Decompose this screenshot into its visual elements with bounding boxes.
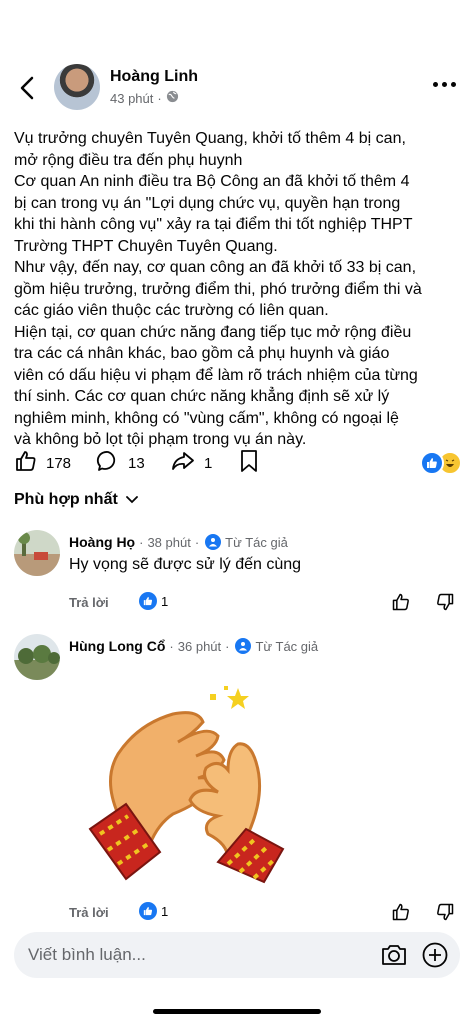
- share-count: 1: [204, 454, 213, 472]
- comment-footer: Trả lời 1: [69, 902, 464, 924]
- comment-input-placeholder[interactable]: Viết bình luận...: [28, 945, 146, 965]
- share-arrow-icon: [170, 449, 196, 477]
- more-options-icon[interactable]: [433, 82, 456, 87]
- share-button[interactable]: 1: [170, 449, 212, 477]
- downvote-icon[interactable]: [435, 902, 455, 925]
- like-reaction-icon: [139, 902, 157, 920]
- meta-separator: ·: [157, 90, 162, 106]
- comment-separator: ·: [139, 534, 144, 550]
- chevron-down-icon: [125, 491, 138, 509]
- upvote-icon[interactable]: [391, 592, 411, 615]
- home-indicator: [153, 1009, 321, 1014]
- comment-separator: ·: [225, 638, 230, 654]
- post-time: 43 phút: [110, 90, 154, 106]
- bookmark-icon: [238, 449, 260, 477]
- comment-like-count: 1: [161, 903, 169, 919]
- post-text: Vụ trưởng chuyên Tuyên Quang, khởi tố th…: [14, 130, 422, 448]
- author-name[interactable]: Hoàng Linh: [110, 68, 198, 86]
- reply-button[interactable]: Trả lời: [69, 905, 109, 920]
- clapping-hands-sticker: [78, 684, 288, 884]
- comment-like-summary[interactable]: 1: [139, 902, 168, 920]
- commenter-avatar[interactable]: [14, 634, 60, 680]
- author-badge-icon: [205, 534, 222, 550]
- comment-composer[interactable]: Viết bình luận...: [14, 932, 460, 978]
- comment-button[interactable]: 13: [96, 449, 145, 477]
- add-attachment-icon[interactable]: [422, 942, 448, 973]
- like-count: 178: [46, 454, 72, 472]
- upvote-icon[interactable]: [391, 902, 411, 925]
- comment-count: 13: [128, 454, 145, 472]
- comment-separator: ·: [194, 534, 200, 550]
- comment-like-summary[interactable]: 1: [139, 592, 168, 610]
- comment-like-count: 1: [161, 593, 169, 609]
- comment-separator: ·: [169, 638, 174, 654]
- author-badge-label: Từ Tác giả: [255, 638, 319, 654]
- commenter-avatar[interactable]: [14, 530, 60, 576]
- globe-icon: [166, 90, 179, 106]
- back-arrow-icon[interactable]: [16, 72, 40, 104]
- camera-icon[interactable]: [380, 942, 408, 973]
- reaction-summary[interactable]: [420, 451, 462, 475]
- commenter-name[interactable]: Hoàng Họ: [69, 534, 135, 550]
- like-button[interactable]: 178: [14, 449, 71, 477]
- thumbs-up-icon: [14, 449, 38, 477]
- downvote-icon[interactable]: [435, 592, 455, 615]
- like-reaction-icon: [139, 592, 157, 610]
- comment-bubble-icon: [96, 449, 120, 477]
- author-badge-label: Từ Tác giả: [225, 534, 288, 550]
- author-avatar[interactable]: [54, 64, 100, 110]
- post-header: Hoàng Linh 43 phút ·: [0, 56, 474, 120]
- comment-header: Hoàng Họ · 38 phút · Từ Tác giả: [69, 534, 288, 550]
- post-meta: 43 phút ·: [110, 90, 179, 106]
- save-button[interactable]: [238, 449, 260, 477]
- reply-button[interactable]: Trả lời: [69, 595, 109, 610]
- sort-label: Phù hợp nhất: [14, 491, 118, 508]
- comment-time: 36 phút: [177, 638, 222, 654]
- post-actions: 178 13 1: [0, 447, 474, 477]
- commenter-name[interactable]: Hùng Long Cổ: [69, 638, 165, 654]
- author-badge-icon: [235, 638, 252, 654]
- comment-sort-dropdown[interactable]: Phù hợp nhất: [14, 491, 138, 509]
- like-reaction-icon: [420, 451, 444, 475]
- comment-time: 38 phút: [147, 534, 191, 550]
- comment-footer: Trả lời 1: [69, 592, 464, 614]
- comment-text: Hy vọng sẽ được sử lý đến cùng: [69, 556, 302, 573]
- comment-header: Hùng Long Cổ · 36 phút · Từ Tác giả: [69, 638, 318, 654]
